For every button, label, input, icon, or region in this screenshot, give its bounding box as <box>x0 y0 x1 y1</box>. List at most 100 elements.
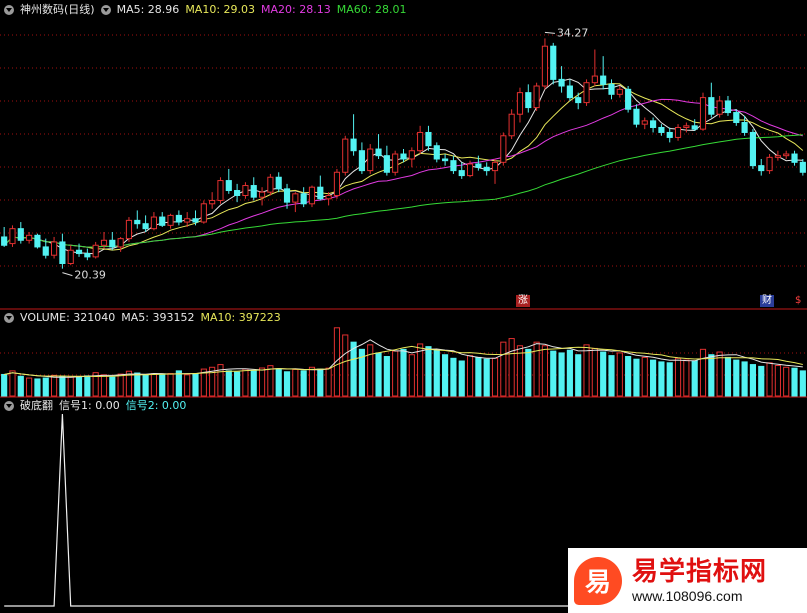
volume-bar <box>475 356 482 397</box>
candle-body <box>59 241 66 265</box>
volume-bar <box>741 361 748 397</box>
volume-bar <box>59 375 66 397</box>
candlestick-series <box>1 38 806 269</box>
candle-body <box>758 165 765 172</box>
candle-body <box>325 194 332 200</box>
volume-bar <box>267 365 274 397</box>
candle-body <box>583 82 590 104</box>
candle-body <box>292 193 299 203</box>
volume-bar <box>175 370 182 397</box>
volume-bar <box>225 370 232 397</box>
candle-body <box>466 163 474 177</box>
volume-bar <box>50 374 58 397</box>
dollar-marker[interactable]: $ <box>793 295 803 307</box>
volume-bar <box>466 355 474 397</box>
volume-bar <box>283 371 291 397</box>
finance-marker[interactable]: 财 <box>760 295 774 307</box>
volume-bar <box>625 356 632 397</box>
volume-bar <box>666 362 673 397</box>
candle-body <box>541 45 549 87</box>
candle-body <box>408 150 415 160</box>
volume-bar <box>575 354 582 397</box>
candle-body <box>558 78 565 87</box>
high-price-label: 34.27 <box>557 26 589 39</box>
candle-body <box>550 45 557 80</box>
volume-bar <box>525 348 532 397</box>
volume-bar <box>491 357 499 397</box>
chart-canvas: 34.27 20.39 <box>0 26 807 607</box>
volume-bar <box>26 377 33 397</box>
candle-body <box>184 218 191 223</box>
volume-bar <box>724 356 732 397</box>
candle-body <box>42 246 49 256</box>
volume-bar <box>733 359 740 397</box>
candle-body <box>9 228 16 245</box>
candle-body <box>666 131 673 138</box>
ma10-value: MA10: 29.03 <box>185 3 256 16</box>
candle-body <box>242 185 249 196</box>
volume-bar <box>100 374 108 397</box>
ma10-line <box>3 82 804 251</box>
stock-title: 神州数码(日线) <box>20 3 95 16</box>
volume-menu-dropdown-icon[interactable] <box>4 313 14 323</box>
volume-bar <box>683 359 690 397</box>
volume-bar <box>42 377 49 397</box>
candle-body <box>741 122 748 133</box>
ma20-line <box>3 98 803 248</box>
candle-body <box>209 199 216 205</box>
candle-body <box>525 92 532 109</box>
volume-bar <box>425 346 432 397</box>
candle-body <box>483 166 490 172</box>
candle-body <box>674 126 682 138</box>
volume-bar <box>317 368 324 397</box>
candle-body <box>175 214 182 223</box>
price-legend: 神州数码(日线) MA5: 28.96 MA10: 29.03 MA20: 28… <box>4 2 406 18</box>
volume-ma5-value: MA5: 393152 <box>121 311 195 324</box>
volume-bar <box>292 368 299 397</box>
volume-bar <box>17 375 24 397</box>
volume-bar <box>67 376 74 397</box>
candle-body <box>225 180 232 192</box>
volume-bar <box>500 341 507 397</box>
brand-watermark: 易 易学指标网 www.108096.com <box>568 548 807 613</box>
candle-body <box>375 148 382 157</box>
candle-body <box>342 138 349 173</box>
volume-bar <box>691 360 698 397</box>
candle-body <box>350 138 357 152</box>
candle-body <box>50 241 58 256</box>
candle-body <box>317 186 324 200</box>
candle-body <box>125 219 133 240</box>
indicator-panel-dropdown-icon[interactable] <box>4 401 14 411</box>
candle-body <box>134 219 141 225</box>
candle-body <box>150 216 157 230</box>
volume-bar <box>250 370 257 397</box>
candle-body <box>774 155 781 158</box>
candle-body <box>566 85 573 99</box>
candle-body <box>533 85 540 109</box>
rise-marker[interactable]: 涨 <box>516 295 530 307</box>
candle-body <box>625 88 632 110</box>
indicator-name: 破底翻 <box>20 399 53 412</box>
candle-body <box>600 75 607 85</box>
volume-bar <box>258 367 266 397</box>
indicator-menu-dropdown-icon[interactable] <box>100 5 111 15</box>
volume-value: VOLUME: 321040 <box>20 311 116 324</box>
candle-body <box>608 83 615 95</box>
candle-body <box>308 186 316 205</box>
candle-body <box>250 185 257 198</box>
candle-body <box>733 112 740 124</box>
candle-body <box>400 153 407 160</box>
brand-text: 易学指标网 www.108096.com <box>632 557 767 605</box>
volume-bar <box>159 374 166 397</box>
panel-menu-dropdown-icon[interactable] <box>4 5 14 15</box>
candle-body <box>500 135 507 163</box>
candle-body <box>234 190 241 196</box>
candle-body <box>109 239 116 248</box>
volume-bar <box>234 371 241 397</box>
volume-bar <box>458 360 465 397</box>
volume-bar <box>442 354 449 397</box>
volume-bar <box>608 355 615 397</box>
candle-body <box>67 249 74 265</box>
candle-body <box>392 153 399 173</box>
volume-bar <box>184 374 191 397</box>
